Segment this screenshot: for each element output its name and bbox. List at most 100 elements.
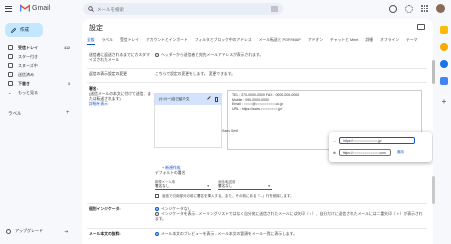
star-icon bbox=[8, 54, 13, 59]
add-label-icon[interactable]: + bbox=[66, 110, 70, 116]
labels-heading: ラベル bbox=[8, 111, 22, 116]
indicator-option-show[interactable]: インジケータを表示 - メーリングリストではなく自分宛に送信されたメールには矢印… bbox=[155, 211, 423, 222]
globe-icon: ⊕ bbox=[333, 150, 336, 155]
gmail-logo[interactable]: Gmail bbox=[20, 4, 50, 12]
divider bbox=[87, 68, 427, 69]
default-reply-value: 署名なし bbox=[218, 183, 233, 188]
tab-advanced[interactable]: 詳細 bbox=[365, 38, 373, 45]
sidebar-item-more[interactable]: ⌄ もっと見る bbox=[0, 88, 76, 97]
divider bbox=[87, 82, 427, 83]
default-signature-title: デフォルトの署名 bbox=[155, 171, 186, 175]
chevron-down-icon: ▾ bbox=[268, 184, 270, 188]
default-new-value: 署名なし bbox=[155, 183, 170, 188]
inbox-count: 412 bbox=[64, 45, 70, 50]
signature-item[interactable]: (小川一)自己紹介文 bbox=[155, 94, 221, 105]
tab-labels[interactable]: ラベル bbox=[102, 38, 113, 45]
default-new-select[interactable]: 署名なし ▾ bbox=[155, 183, 211, 190]
settings-tabs: 全般 ラベル 受信トレイ アカウントとインポート フィルタとブロック中のアドレス… bbox=[87, 38, 427, 45]
insert-signature-option: 返信で引用部分の前に署名を挿入する。また、その前にある「--」行を削除します。 bbox=[155, 194, 293, 199]
indicator-heading: 個別インジケータ: bbox=[89, 207, 121, 211]
row-value-scope: こちらで設定の変更をします。 変更できます。 bbox=[155, 72, 235, 76]
link-url-field[interactable]: https://○○○○○○○○○○○○.jp/ bbox=[339, 137, 416, 144]
avatar[interactable] bbox=[436, 4, 445, 13]
clock-icon bbox=[8, 63, 13, 68]
settings-panel: 設定 全般 ラベル 受信トレイ アカウントとインポート フィルタとブロック中のア… bbox=[82, 19, 433, 244]
preview-option-text: メール本文のプレビューを表示 - メール本文の冒頭をメール一覧に表示します。 bbox=[161, 232, 297, 236]
send-icon bbox=[8, 72, 13, 77]
row-top-text: ヘッダーから送信者と宛先メールアドレスが表示されます。 bbox=[161, 53, 264, 57]
tab-addons[interactable]: アドオン bbox=[308, 38, 323, 45]
sidebar-item-starred[interactable]: スター付き bbox=[0, 52, 76, 61]
sidebar-item-label: スター付き bbox=[18, 53, 38, 59]
link-edit-value: https://○○○○○○○○○○○○○.com bbox=[342, 150, 386, 155]
search-bar[interactable] bbox=[83, 3, 283, 15]
gear-icon[interactable] bbox=[405, 4, 413, 13]
insert-signature-text: 返信で引用部分の前に署名を挿入する。また、その前にある「--」行を削除します。 bbox=[162, 194, 294, 198]
tab-themes[interactable]: テーマ bbox=[406, 38, 417, 45]
insert-signature-checkbox[interactable] bbox=[155, 194, 159, 199]
signature-list: (小川一)自己紹介文 bbox=[154, 93, 222, 148]
search-options-icon[interactable] bbox=[271, 6, 278, 12]
drafts-count: 3 bbox=[68, 81, 70, 86]
top-bar: Gmail bbox=[0, 0, 451, 18]
sidebar-item-inbox[interactable]: 受信トレイ 412 bbox=[0, 43, 76, 52]
tab-general[interactable]: 全般 bbox=[87, 38, 95, 45]
indicator-label: 個別インジケータ: bbox=[89, 207, 151, 212]
editor-line: URL : https://www.○○○○○○○○.jp/ bbox=[232, 107, 283, 112]
apply-button[interactable]: 適用 bbox=[397, 150, 404, 155]
tab-chat-meet[interactable]: チャットと Meet bbox=[330, 38, 358, 45]
link-edit-field[interactable]: https://○○○○○○○○○○○○○.com bbox=[338, 149, 391, 156]
upgrade-button[interactable]: アップグレード bbox=[6, 228, 43, 234]
left-sidebar: 作成 受信トレイ 412 スター付き スヌーズ中 送信済み 下書き 3 ⌄ もっと見る… bbox=[0, 18, 76, 244]
gmail-m-icon bbox=[20, 4, 30, 12]
search-input[interactable] bbox=[97, 3, 257, 15]
scrollbar-thumb-lower[interactable] bbox=[432, 176, 435, 204]
signature-label: 署名: (送信メールの本文に付けて送信、または転送されます) 詳細を表示 bbox=[89, 87, 151, 107]
preview-option[interactable]: メール本文のプレビューを表示 - メール本文の冒頭をメール一覧に表示します。 bbox=[155, 232, 423, 237]
radio-selected[interactable] bbox=[155, 232, 159, 236]
link-url-value: https://○○○○○○○○○○○○.jp/ bbox=[343, 138, 382, 143]
tab-filters[interactable]: フィルタとブロック中のアドレス bbox=[195, 38, 252, 45]
tasks-icon[interactable] bbox=[440, 60, 448, 68]
default-reply-select[interactable]: 署名なし ▾ bbox=[218, 183, 272, 190]
contacts-icon[interactable] bbox=[440, 77, 448, 85]
preview-label: メール本文の抜粋: bbox=[89, 232, 151, 237]
radio-selected[interactable] bbox=[155, 207, 159, 211]
divider bbox=[87, 203, 427, 204]
radio[interactable] bbox=[155, 211, 159, 216]
font-selector[interactable]: Sans Serif bbox=[222, 129, 238, 133]
main-menu-button[interactable] bbox=[5, 4, 15, 14]
calendar-icon[interactable] bbox=[440, 26, 448, 34]
sidebar-item-label: 下書き bbox=[18, 80, 30, 86]
keyboard-icon[interactable] bbox=[417, 24, 425, 30]
link-icon: ⇔ bbox=[333, 138, 337, 143]
sidebar-item-snoozed[interactable]: スヌーズ中 bbox=[0, 61, 76, 70]
sidebar-item-sent[interactable]: 送信済み bbox=[0, 70, 76, 79]
help-icon[interactable] bbox=[389, 4, 397, 13]
tab-offline[interactable]: オフライン bbox=[380, 38, 399, 45]
scrollbar-thumb[interactable] bbox=[432, 60, 435, 84]
signature-name: (小川一)自己紹介文 bbox=[159, 97, 190, 101]
indicator-option-show-text: インジケータを表示 - メーリングリストではなく自分宛に送信されたメールには矢印… bbox=[155, 211, 423, 221]
trash-icon[interactable] bbox=[214, 97, 218, 102]
row-label-top: 送信者に返送されるまでにカスタマイズされたメール bbox=[89, 53, 150, 62]
upgrade-label: アップグレード bbox=[15, 228, 43, 233]
tab-inbox[interactable]: 受信トレイ bbox=[120, 38, 139, 45]
indicator-options: インジケータなし インジケータを表示 - メーリングリストではなく自分宛に送信さ… bbox=[155, 207, 423, 222]
sidebar-item-label: もっと見る bbox=[18, 89, 38, 95]
compose-button[interactable]: 作成 bbox=[5, 23, 43, 37]
collapse-arrow-icon[interactable]: ⇥ bbox=[64, 229, 68, 235]
tab-accounts[interactable]: アカウントとインポート bbox=[146, 38, 188, 45]
radio-top[interactable] bbox=[155, 53, 159, 57]
link-popup: ⇔ https://○○○○○○○○○○○○.jp/ ⊕ https://○○○… bbox=[329, 132, 432, 162]
add-addon-icon[interactable]: + bbox=[440, 98, 448, 106]
search-icon[interactable] bbox=[88, 6, 94, 12]
keep-icon[interactable] bbox=[440, 43, 448, 51]
tab-forwarding[interactable]: メール転送と POP/IMAP bbox=[259, 38, 301, 45]
signature-details-link[interactable]: 詳細を表示 bbox=[89, 102, 108, 106]
edit-icon[interactable] bbox=[207, 96, 213, 102]
sidebar-item-label: スヌーズ中 bbox=[18, 62, 38, 68]
sidebar-item-drafts[interactable]: 下書き 3 bbox=[0, 79, 76, 88]
app-name: Gmail bbox=[32, 4, 51, 12]
apps-grid-icon[interactable] bbox=[421, 5, 428, 12]
